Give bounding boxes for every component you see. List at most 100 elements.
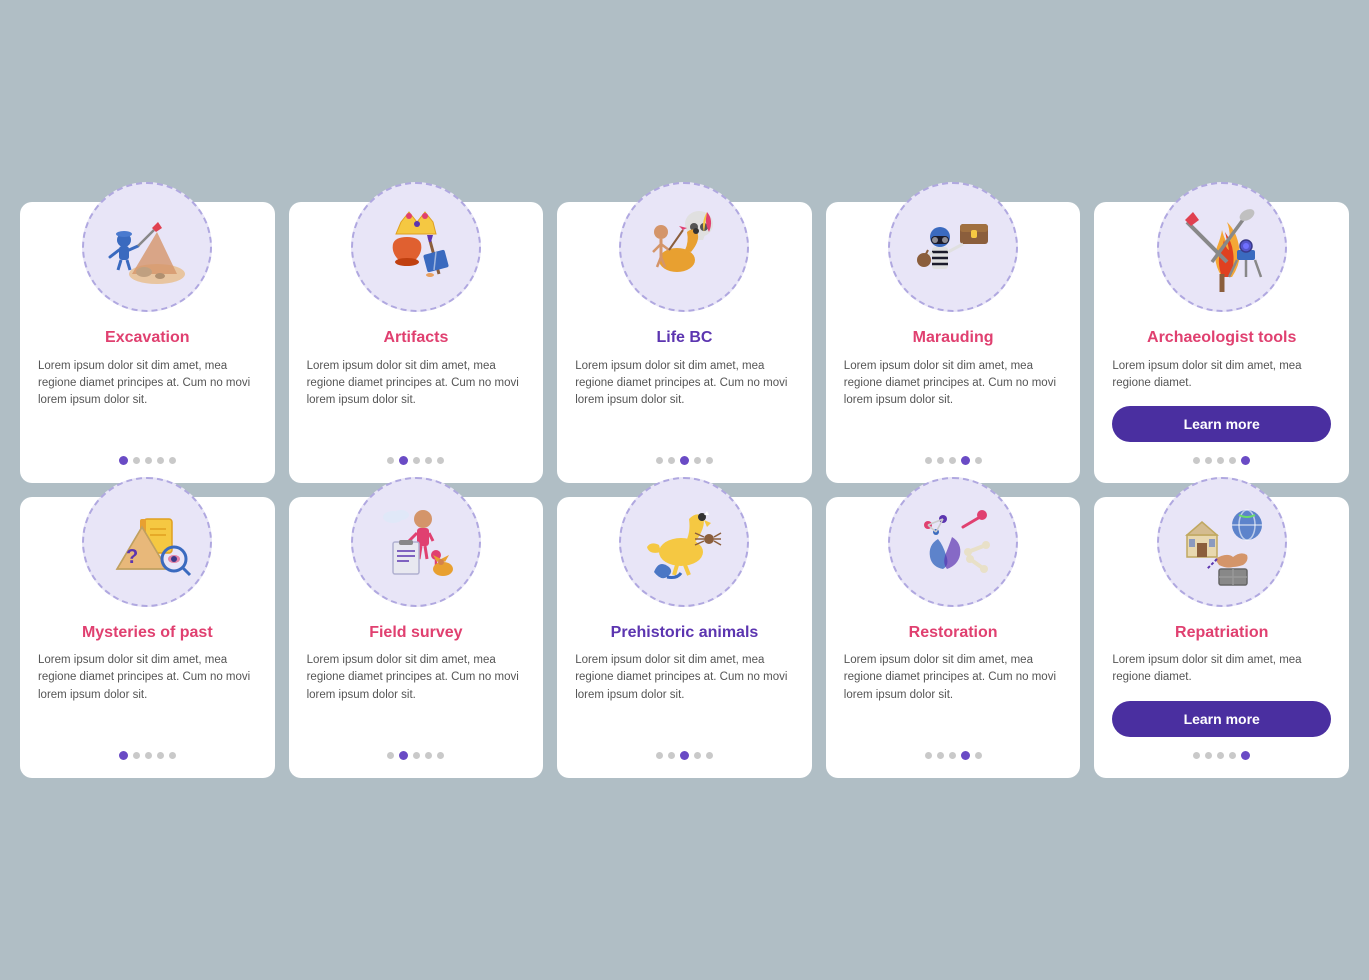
card-title: Marauding xyxy=(913,328,994,347)
card-body: Lorem ipsum dolor sit dim amet, mea regi… xyxy=(307,358,526,410)
dot-indicator xyxy=(668,457,675,464)
card-icon-area: ? xyxy=(82,477,212,607)
dot-indicator xyxy=(1193,752,1200,759)
card-title: Restoration xyxy=(909,623,998,642)
dot-indicator xyxy=(145,457,152,464)
card-mysteries-of-past: ? Mysteries of past Lorem ipsum dolor si… xyxy=(20,497,275,778)
card-icon-area xyxy=(1157,477,1287,607)
card-title: Repatriation xyxy=(1175,623,1268,642)
dot-indicator xyxy=(1217,457,1224,464)
dot-indicator xyxy=(694,457,701,464)
card-archaeologist-tools: Archaeologist tools Lorem ipsum dolor si… xyxy=(1094,202,1349,483)
pagination-dots xyxy=(656,751,713,760)
dot-indicator xyxy=(1229,752,1236,759)
dot-indicator xyxy=(925,457,932,464)
card-body: Lorem ipsum dolor sit dim amet, mea regi… xyxy=(1112,652,1331,687)
dot-indicator xyxy=(1229,457,1236,464)
card-title: Archaeologist tools xyxy=(1147,328,1296,347)
dot-indicator xyxy=(937,457,944,464)
dot-indicator xyxy=(668,752,675,759)
pagination-dots xyxy=(387,456,444,465)
dot-indicator xyxy=(399,456,408,465)
card-body: Lorem ipsum dolor sit dim amet, mea regi… xyxy=(575,652,794,704)
learn-more-button[interactable]: Learn more xyxy=(1112,701,1331,737)
dot-indicator xyxy=(694,752,701,759)
dot-indicator xyxy=(975,457,982,464)
dot-indicator xyxy=(937,752,944,759)
dot-indicator xyxy=(157,752,164,759)
pagination-dots xyxy=(387,751,444,760)
dot-indicator xyxy=(1241,456,1250,465)
dot-indicator xyxy=(949,752,956,759)
dot-indicator xyxy=(1217,752,1224,759)
dot-indicator xyxy=(425,457,432,464)
dot-indicator xyxy=(169,752,176,759)
pagination-dots xyxy=(1193,456,1250,465)
card-icon-area xyxy=(619,182,749,312)
dot-indicator xyxy=(961,751,970,760)
pagination-dots xyxy=(119,751,176,760)
learn-more-button[interactable]: Learn more xyxy=(1112,406,1331,442)
dot-indicator xyxy=(1205,752,1212,759)
card-body: Lorem ipsum dolor sit dim amet, mea regi… xyxy=(1112,358,1331,393)
card-icon-area xyxy=(1157,182,1287,312)
card-icon-area xyxy=(619,477,749,607)
dot-indicator xyxy=(680,456,689,465)
dot-indicator xyxy=(413,752,420,759)
dot-indicator xyxy=(706,457,713,464)
dot-indicator xyxy=(387,457,394,464)
card-body: Lorem ipsum dolor sit dim amet, mea regi… xyxy=(38,652,257,704)
card-life-bc: Life BC Lorem ipsum dolor sit dim amet, … xyxy=(557,202,812,483)
pagination-dots xyxy=(656,456,713,465)
card-icon-area xyxy=(888,477,1018,607)
card-title: Excavation xyxy=(105,328,189,347)
card-icon-area xyxy=(82,182,212,312)
card-excavation: Excavation Lorem ipsum dolor sit dim ame… xyxy=(20,202,275,483)
dot-indicator xyxy=(656,752,663,759)
card-body: Lorem ipsum dolor sit dim amet, mea regi… xyxy=(307,652,526,704)
dot-indicator xyxy=(145,752,152,759)
pagination-dots xyxy=(119,456,176,465)
card-title: Artifacts xyxy=(383,328,448,347)
card-title: Life BC xyxy=(656,328,712,347)
dot-indicator xyxy=(437,457,444,464)
pagination-dots xyxy=(1193,751,1250,760)
dot-indicator xyxy=(399,751,408,760)
card-artifacts: Artifacts Lorem ipsum dolor sit dim amet… xyxy=(289,202,544,483)
dot-indicator xyxy=(413,457,420,464)
dot-indicator xyxy=(975,752,982,759)
card-repatriation: Repatriation Lorem ipsum dolor sit dim a… xyxy=(1094,497,1349,778)
pagination-dots xyxy=(925,456,982,465)
card-body: Lorem ipsum dolor sit dim amet, mea regi… xyxy=(844,652,1063,704)
dot-indicator xyxy=(1241,751,1250,760)
card-body: Lorem ipsum dolor sit dim amet, mea regi… xyxy=(575,358,794,410)
dot-indicator xyxy=(133,752,140,759)
card-restoration: Restoration Lorem ipsum dolor sit dim am… xyxy=(826,497,1081,778)
dot-indicator xyxy=(1193,457,1200,464)
card-icon-area xyxy=(351,182,481,312)
card-body: Lorem ipsum dolor sit dim amet, mea regi… xyxy=(844,358,1063,410)
dot-indicator xyxy=(925,752,932,759)
dot-indicator xyxy=(1205,457,1212,464)
card-title: Mysteries of past xyxy=(82,623,213,642)
card-field-survey: Field survey Lorem ipsum dolor sit dim a… xyxy=(289,497,544,778)
dot-indicator xyxy=(387,752,394,759)
dot-indicator xyxy=(157,457,164,464)
dot-indicator xyxy=(133,457,140,464)
dot-indicator xyxy=(119,751,128,760)
dot-indicator xyxy=(680,751,689,760)
dot-indicator xyxy=(706,752,713,759)
dot-indicator xyxy=(169,457,176,464)
dot-indicator xyxy=(961,456,970,465)
pagination-dots xyxy=(925,751,982,760)
card-grid: Excavation Lorem ipsum dolor sit dim ame… xyxy=(20,202,1349,777)
dot-indicator xyxy=(949,457,956,464)
dot-indicator xyxy=(425,752,432,759)
card-marauding: Marauding Lorem ipsum dolor sit dim amet… xyxy=(826,202,1081,483)
card-prehistoric-animals: Prehistoric animals Lorem ipsum dolor si… xyxy=(557,497,812,778)
card-icon-area xyxy=(351,477,481,607)
dot-indicator xyxy=(437,752,444,759)
card-body: Lorem ipsum dolor sit dim amet, mea regi… xyxy=(38,358,257,410)
dot-indicator xyxy=(656,457,663,464)
dot-indicator xyxy=(119,456,128,465)
